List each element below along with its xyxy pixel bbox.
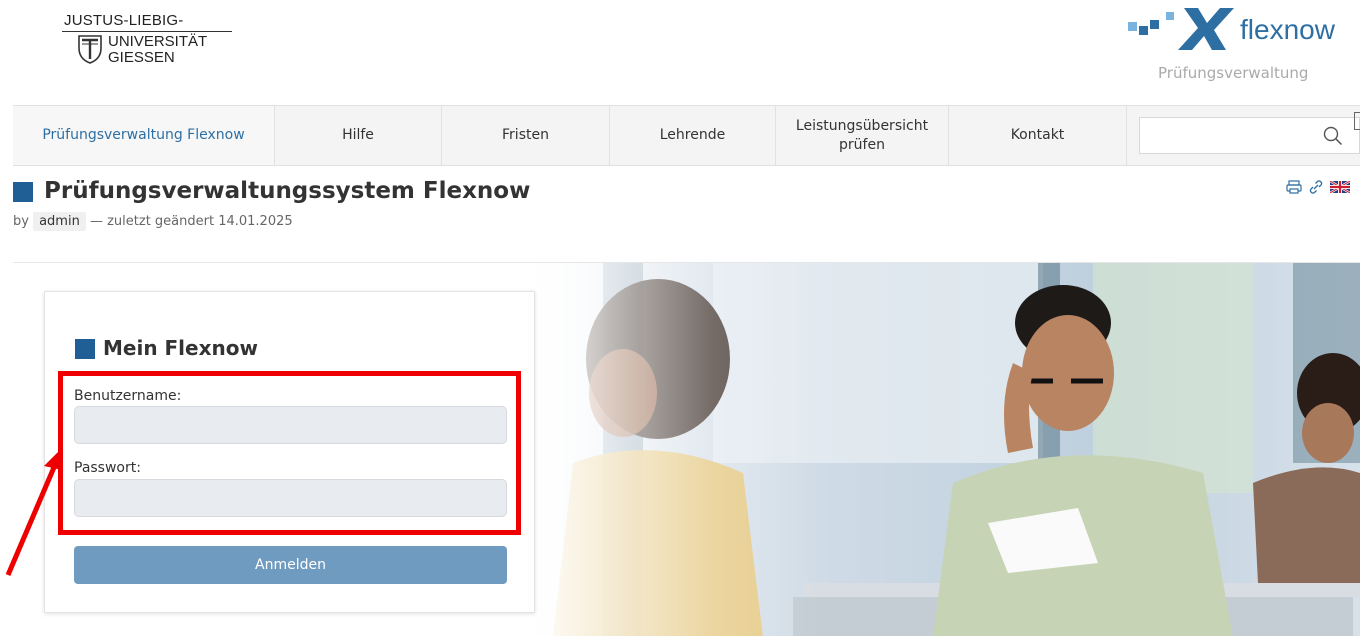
title-marker-icon [13, 182, 33, 202]
uk-flag-icon[interactable] [1330, 181, 1350, 193]
university-crest-icon [78, 35, 102, 64]
university-logo-line2: UNIVERSITÄT [108, 33, 208, 50]
byline: by admin — zuletzt geändert 14.01.2025 [13, 212, 293, 231]
link-icon[interactable] [1308, 180, 1324, 194]
nav-menu-icon[interactable] [1354, 112, 1360, 130]
search-icon[interactable] [1323, 126, 1343, 146]
university-logo-line3: GIESSEN [108, 49, 175, 66]
nav-item-kontakt[interactable]: Kontakt [949, 106, 1127, 165]
flexnow-wordmark: flexnow [1240, 14, 1335, 45]
flexnow-logo[interactable]: flexnow Prüfungsverwaltung [1122, 4, 1360, 94]
nav-item-leistungsuebersicht[interactable]: Leistungsübersicht prüfen [776, 106, 949, 165]
university-logo-rule [62, 31, 232, 32]
login-title: Mein Flexnow [103, 336, 258, 360]
annotation-arrow-icon [5, 452, 62, 576]
flexnow-squares-icon [1128, 12, 1174, 35]
nav-item-fristen[interactable]: Fristen [442, 106, 610, 165]
modified-date: — zuletzt geändert 14.01.2025 [89, 214, 293, 229]
flexnow-subtitle: Prüfungsverwaltung [1158, 64, 1309, 82]
university-logo[interactable]: JUSTUS-LIEBIG- UNIVERSITÄT GIESSEN [60, 12, 240, 82]
print-icon[interactable] [1286, 180, 1302, 194]
nav-item-lehrende[interactable]: Lehrende [610, 106, 776, 165]
university-logo-line1: JUSTUS-LIEBIG- [64, 12, 184, 29]
document-actions [1286, 180, 1350, 194]
nav-search [1127, 106, 1360, 165]
login-button[interactable]: Anmelden [74, 546, 507, 584]
main-navigation: Prüfungsverwaltung Flexnow Hilfe Fristen… [13, 105, 1360, 166]
page-title: Prüfungsverwaltungssystem Flexnow [44, 178, 531, 204]
search-input[interactable] [1139, 117, 1360, 154]
author-link[interactable]: admin [33, 212, 86, 231]
nav-item-hilfe[interactable]: Hilfe [275, 106, 442, 165]
highlight-annotation [58, 371, 521, 535]
card-title-marker-icon [75, 339, 95, 359]
byline-prefix: by [13, 214, 29, 229]
nav-item-pruefungsverwaltung[interactable]: Prüfungsverwaltung Flexnow [13, 106, 275, 165]
flexnow-x-icon [1178, 8, 1234, 50]
